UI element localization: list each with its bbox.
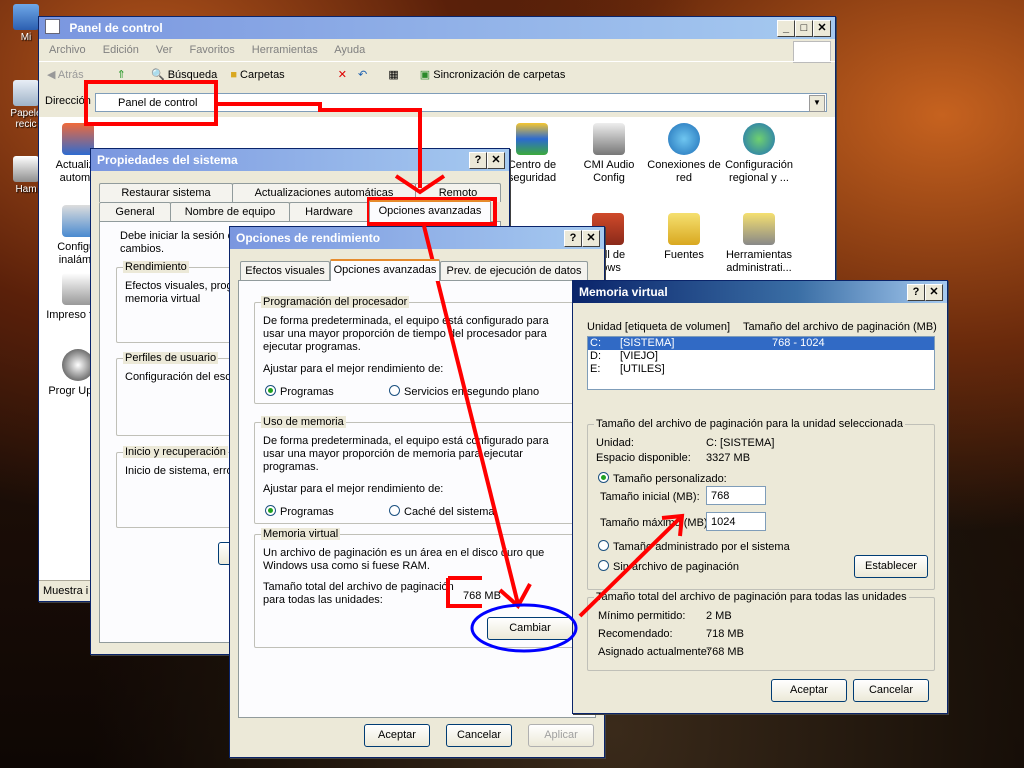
cpu-programs-radio[interactable]: Programas xyxy=(265,385,334,399)
change-button[interactable]: Cambiar xyxy=(487,617,573,640)
admin-tools-icon xyxy=(743,213,775,245)
address-dropdown-icon[interactable]: ▼ xyxy=(809,95,825,112)
cp-item-admin-tools[interactable]: Herramientas administrati... xyxy=(720,213,798,275)
close-button[interactable]: ✕ xyxy=(925,284,943,301)
drive-column-header: Unidad [etiqueta de volumen] xyxy=(587,321,731,333)
drive-list: C: [SISTEMA] 768 - 1024 D: [VIEJO] E: [U… xyxy=(587,336,935,390)
cpu-services-radio[interactable]: Servicios en segundo plano xyxy=(389,385,539,399)
toolbar: ◀ Atrás ⇑ 🔍 Búsqueda ■ Carpetas ✕ ↶ ▦ ▣ … xyxy=(39,61,835,88)
globe-regional-icon xyxy=(743,123,775,155)
no-paging-radio[interactable]: Sin archivo de paginación xyxy=(598,560,739,574)
menu-herramientas[interactable]: Herramientas xyxy=(252,44,318,56)
control-panel-icon xyxy=(45,19,60,34)
performance-options-titlebar: Opciones de rendimiento ? ✕ xyxy=(230,227,604,249)
help-button[interactable]: ? xyxy=(564,230,582,247)
perf-cancel-button[interactable]: Cancelar xyxy=(446,724,512,747)
app-icon xyxy=(13,156,39,182)
size-column-header: Tamaño del archivo de paginación (MB) xyxy=(743,321,937,333)
close-button[interactable]: ✕ xyxy=(813,20,831,37)
views-icon[interactable]: ▦ xyxy=(388,69,398,81)
help-button[interactable]: ? xyxy=(469,152,487,169)
cp-item-network[interactable]: Conexiones de red xyxy=(645,123,723,185)
close-button[interactable]: ✕ xyxy=(582,230,600,247)
back-icon[interactable]: ◀ xyxy=(47,69,55,81)
vm-cancel-button[interactable]: Cancelar xyxy=(853,679,929,702)
menu-bar: Archivo Edición Ver Favoritos Herramient… xyxy=(39,39,835,61)
undo-icon[interactable]: ↶ xyxy=(358,69,367,81)
recycle-bin-icon xyxy=(13,80,39,106)
total-size-group: Tamaño total del archivo de paginación p… xyxy=(587,591,935,671)
tab-advanced[interactable]: Opciones avanzadas xyxy=(330,259,440,281)
drive-row-d[interactable]: D: [VIEJO] xyxy=(588,350,934,363)
speaker-icon xyxy=(593,123,625,155)
cpu-scheduling-group: Programación del procesador De forma pre… xyxy=(254,296,586,404)
virtual-memory-titlebar: Memoria virtual ? ✕ xyxy=(573,281,947,303)
mem-programs-radio[interactable]: Programas xyxy=(265,505,334,519)
address-bar[interactable]: Panel de control ▼ xyxy=(95,93,827,112)
back-button[interactable]: Atrás xyxy=(58,69,84,81)
performance-options-window: Opciones de rendimiento ? ✕ Efectos visu… xyxy=(229,226,605,758)
memory-usage-group: Uso de memoria De forma predeterminada, … xyxy=(254,416,586,524)
set-button[interactable]: Establecer xyxy=(854,555,928,578)
system-managed-radio[interactable]: Tamaño administrado por el sistema xyxy=(598,540,790,554)
tab-advanced-options[interactable]: Opciones avanzadas xyxy=(369,200,491,222)
tab-visual-effects[interactable]: Efectos visuales xyxy=(240,261,330,280)
minimize-button[interactable]: _ xyxy=(777,20,795,37)
min-value: 2 MB xyxy=(706,610,732,622)
current-value: 768 MB xyxy=(706,646,744,658)
cp-item-fonts[interactable]: Fuentes xyxy=(645,213,723,262)
windows-logo-icon xyxy=(793,41,831,63)
perf-apply-button[interactable]: Aplicar xyxy=(528,724,594,747)
fonts-folder-icon xyxy=(668,213,700,245)
delete-icon[interactable]: ✕ xyxy=(338,69,347,81)
control-panel-titlebar: Panel de control _ □ ✕ xyxy=(39,17,835,39)
help-button[interactable]: ? xyxy=(907,284,925,301)
search-button[interactable]: Búsqueda xyxy=(168,69,218,81)
shield-icon xyxy=(516,123,548,155)
unit-value: C: [SISTEMA] xyxy=(706,437,775,449)
address-label: Dirección xyxy=(45,95,91,107)
menu-ayuda[interactable]: Ayuda xyxy=(334,44,365,56)
computer-icon xyxy=(13,4,39,30)
virtual-memory-group: Memoria virtual Un archivo de paginación… xyxy=(254,528,586,648)
recommended-value: 718 MB xyxy=(706,628,744,640)
globe-network-icon xyxy=(668,123,700,155)
virtual-memory-window: Memoria virtual ? ✕ Unidad [etiqueta de … xyxy=(572,280,948,714)
mem-cache-radio[interactable]: Caché del sistema xyxy=(389,505,495,519)
folders-button[interactable]: Carpetas xyxy=(240,69,285,81)
max-size-input[interactable]: 1024 xyxy=(706,512,766,531)
search-icon: 🔍 xyxy=(150,69,165,81)
system-properties-titlebar: Propiedades del sistema ? ✕ xyxy=(91,149,509,171)
tab-hardware[interactable]: Hardware xyxy=(289,202,369,221)
drive-row-c[interactable]: C: [SISTEMA] 768 - 1024 xyxy=(588,337,934,350)
sync-button[interactable]: Sincronización de carpetas xyxy=(433,69,565,81)
drive-row-e[interactable]: E: [UTILES] xyxy=(588,363,934,376)
cp-item-regional[interactable]: Configuración regional y ... xyxy=(720,123,798,185)
tab-restore[interactable]: Restaurar sistema xyxy=(99,183,233,202)
perf-ok-button[interactable]: Aceptar xyxy=(364,724,430,747)
space-value: 3327 MB xyxy=(706,452,751,464)
initial-size-input[interactable]: 768 xyxy=(706,486,766,505)
vm-ok-button[interactable]: Aceptar xyxy=(771,679,847,702)
tab-computer-name[interactable]: Nombre de equipo xyxy=(170,202,290,221)
selected-drive-group: Tamaño del archivo de paginación para la… xyxy=(587,418,935,590)
sync-icon: ▣ xyxy=(419,69,431,81)
folder-icon: ■ xyxy=(230,69,237,81)
menu-edicion[interactable]: Edición xyxy=(103,44,139,56)
vm-total-value: 768 MB xyxy=(463,590,501,602)
maximize-button[interactable]: □ xyxy=(795,20,813,37)
cp-item-audio[interactable]: CMI Audio Config xyxy=(570,123,648,185)
custom-size-radio[interactable]: Tamaño personalizado: xyxy=(598,472,727,486)
close-button[interactable]: ✕ xyxy=(487,152,505,169)
menu-archivo[interactable]: Archivo xyxy=(49,44,86,56)
menu-ver[interactable]: Ver xyxy=(156,44,173,56)
up-folder-icon[interactable]: ⇑ xyxy=(117,69,126,81)
tab-dep[interactable]: Prev. de ejecución de datos xyxy=(440,261,588,280)
perf-tab-panel: Programación del procesador De forma pre… xyxy=(238,280,596,718)
tab-general[interactable]: General xyxy=(99,202,171,221)
menu-favoritos[interactable]: Favoritos xyxy=(189,44,234,56)
